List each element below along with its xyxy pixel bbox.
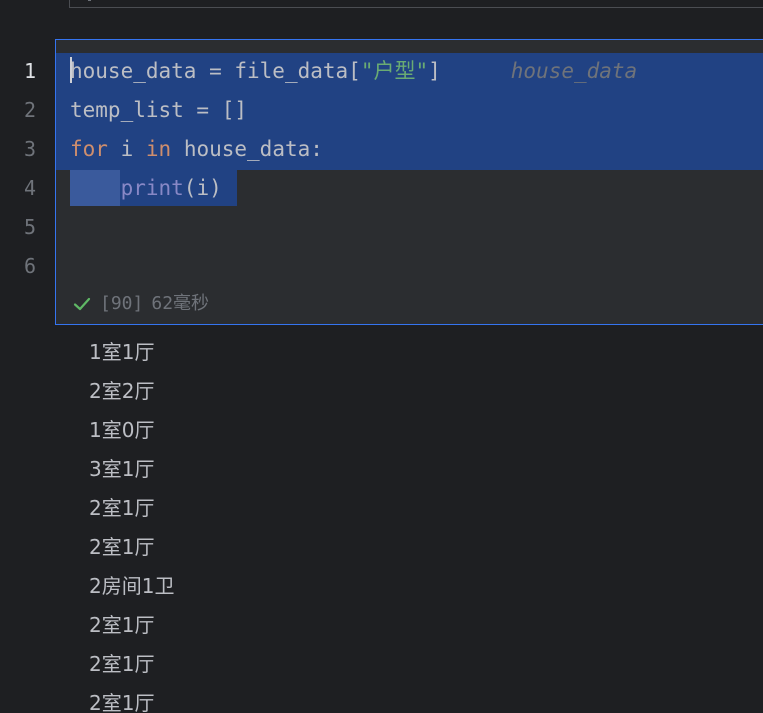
output-line: 2室1厅 (89, 691, 155, 713)
variable: house_data (70, 59, 197, 83)
previous-cell-edge (69, 0, 763, 8)
line-number: 3 (23, 137, 36, 161)
code-text: (i) (183, 176, 222, 200)
keyword-in: in (145, 137, 172, 161)
code-line-1[interactable]: house_data = file_data["户型"] house_data (70, 52, 637, 91)
output-line: 1室0厅 (89, 418, 155, 442)
execution-status: [90] 62毫秒 (72, 290, 209, 318)
output-line: 1室1厅 (89, 340, 155, 364)
code-line-2[interactable]: temp_list = [] (70, 91, 247, 130)
inlay-hint: house_data (510, 59, 638, 83)
code-text: house_data: (171, 137, 323, 161)
code-line-3[interactable]: for i in house_data: (70, 130, 323, 169)
previous-cell-marker (88, 0, 91, 1)
string-literal: "户型" (360, 59, 429, 83)
output-line: 2室1厅 (89, 652, 155, 676)
operator: = (196, 59, 235, 83)
output-line: 2室1厅 (89, 496, 155, 520)
output-line: 2房间1卫 (89, 574, 175, 598)
output-line: 2室2厅 (89, 379, 155, 403)
bracket: ] (428, 59, 441, 83)
line-number: 5 (23, 215, 36, 239)
cell-output: 1室1厅 2室2厅 1室0厅 3室1厅 2室1厅 2室1厅 2房间1卫 2室1厅… (89, 333, 174, 713)
keyword-for: for (70, 137, 108, 161)
builtin-print: print (120, 176, 184, 200)
notebook-view: 1 2 3 4 5 6 house_data = file_data["户型"]… (0, 0, 763, 713)
code-text: i (107, 137, 146, 161)
output-line: 2室1厅 (89, 535, 155, 559)
call: file_data[ (234, 59, 361, 83)
line-number: 6 (23, 254, 36, 278)
line-number: 1 (23, 59, 36, 83)
execution-count: [90] (100, 293, 144, 314)
code-text: temp_list = [] (70, 98, 248, 122)
code-line-4[interactable]: print(i) (70, 169, 222, 208)
line-number: 4 (23, 176, 36, 200)
output-line: 2室1厅 (89, 613, 155, 637)
execution-duration: 62毫秒 (151, 293, 210, 314)
line-number: 2 (23, 98, 36, 122)
output-line: 3室1厅 (89, 457, 155, 481)
code-cell[interactable]: house_data = file_data["户型"] house_data t… (55, 39, 763, 325)
check-icon (73, 297, 91, 311)
